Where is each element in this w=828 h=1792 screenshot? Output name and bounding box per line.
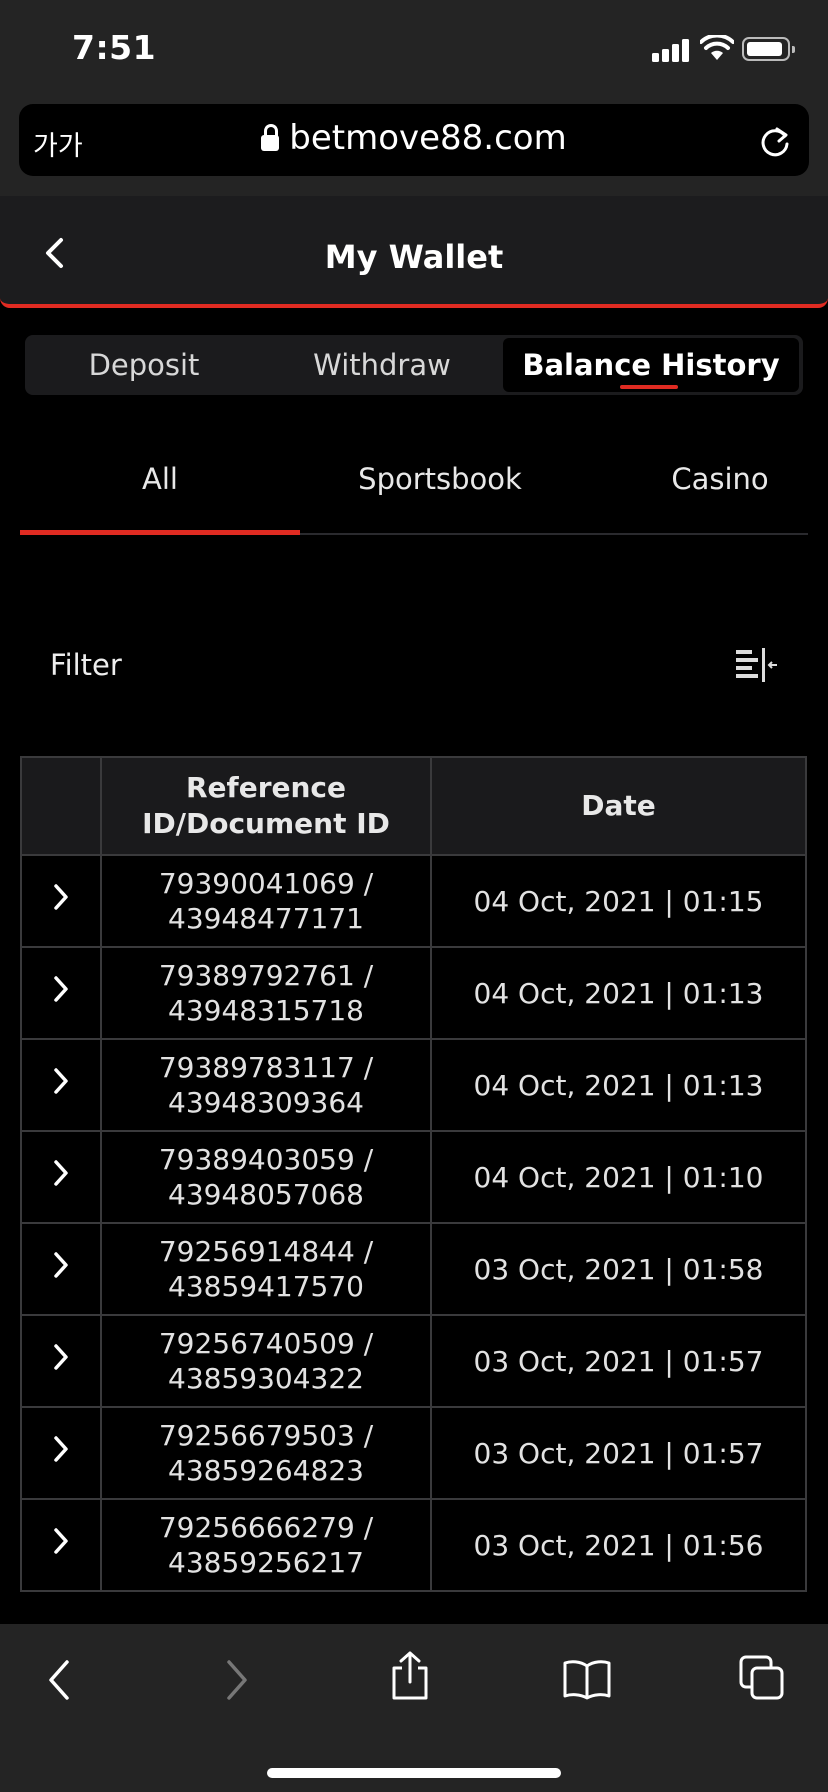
expand-row-button[interactable]: [20, 854, 102, 948]
table-row[interactable]: 79390041069 /43948477171 04 Oct, 2021 | …: [20, 854, 807, 948]
chevron-right-icon: [54, 884, 68, 910]
browser-forward-icon[interactable]: [222, 1658, 252, 1702]
browser-back-icon[interactable]: [44, 1658, 74, 1702]
expand-row-button[interactable]: [20, 1406, 102, 1500]
chevron-right-icon: [54, 1344, 68, 1370]
reference-id: 79389792761 /: [158, 959, 374, 992]
document-id: 43948315718: [168, 994, 364, 1027]
date-cell: 03 Oct, 2021 | 01:56: [430, 1498, 807, 1592]
date-cell: 04 Oct, 2021 | 01:15: [430, 854, 807, 948]
chevron-right-icon: [54, 1252, 68, 1278]
expand-column-header: [20, 756, 102, 856]
document-id: 43948477171: [168, 902, 364, 935]
reference-header-line1: Reference: [185, 771, 347, 804]
reference-id: 79256666279 /: [158, 1511, 374, 1544]
chevron-right-icon: [54, 1160, 68, 1186]
share-icon[interactable]: [388, 1650, 432, 1702]
table-header-row: Reference ID/Document ID Date: [20, 756, 807, 856]
reference-id: 79389783117 /: [158, 1051, 374, 1084]
balance-history-table: Reference ID/Document ID Date 7939004106…: [20, 756, 807, 1592]
home-indicator[interactable]: [267, 1768, 561, 1778]
reference-cell: 79389792761 /43948315718: [100, 946, 432, 1040]
reference-cell: 79256666279 /43859256217: [100, 1498, 432, 1592]
table-viewport: Reference ID/Document ID Date 7939004106…: [0, 0, 828, 1604]
table-row[interactable]: 79256740509 /43859304322 03 Oct, 2021 | …: [20, 1314, 807, 1408]
date-cell: 04 Oct, 2021 | 01:13: [430, 1038, 807, 1132]
date-cell: 04 Oct, 2021 | 01:10: [430, 1130, 807, 1224]
chevron-right-icon: [54, 1436, 68, 1462]
table-row[interactable]: 79389792761 /43948315718 04 Oct, 2021 | …: [20, 946, 807, 1040]
document-id: 43859417570: [168, 1270, 364, 1303]
bookmarks-icon[interactable]: [562, 1658, 612, 1700]
reference-id: 79256740509 /: [158, 1327, 374, 1360]
table-row[interactable]: 79256914844 /43859417570 03 Oct, 2021 | …: [20, 1222, 807, 1316]
reference-cell: 79389783117 /43948309364: [100, 1038, 432, 1132]
reference-id-header: Reference ID/Document ID: [100, 756, 432, 856]
reference-cell: 79256914844 /43859417570: [100, 1222, 432, 1316]
date-cell: 04 Oct, 2021 | 01:13: [430, 946, 807, 1040]
expand-row-button[interactable]: [20, 1130, 102, 1224]
date-header: Date: [430, 756, 807, 856]
table-row[interactable]: 79389403059 /43948057068 04 Oct, 2021 | …: [20, 1130, 807, 1224]
table-row[interactable]: 79389783117 /43948309364 04 Oct, 2021 | …: [20, 1038, 807, 1132]
chevron-right-icon: [54, 1528, 68, 1554]
date-cell: 03 Oct, 2021 | 01:57: [430, 1314, 807, 1408]
expand-row-button[interactable]: [20, 946, 102, 1040]
expand-row-button[interactable]: [20, 1038, 102, 1132]
reference-id: 79256914844 /: [158, 1235, 374, 1268]
chevron-right-icon: [54, 976, 68, 1002]
reference-id: 79256679503 /: [158, 1419, 374, 1452]
document-id: 43859264823: [168, 1454, 364, 1487]
tabs-icon[interactable]: [738, 1654, 786, 1702]
browser-toolbar: [0, 1624, 828, 1792]
expand-row-button[interactable]: [20, 1314, 102, 1408]
reference-cell: 79256740509 /43859304322: [100, 1314, 432, 1408]
reference-header-line2: ID/Document ID: [142, 807, 390, 840]
document-id: 43948057068: [168, 1178, 364, 1211]
reference-id: 79389403059 /: [158, 1143, 374, 1176]
table-row[interactable]: 79256666279 /43859256217 03 Oct, 2021 | …: [20, 1498, 807, 1592]
expand-row-button[interactable]: [20, 1498, 102, 1592]
table-row[interactable]: 79256679503 /43859264823 03 Oct, 2021 | …: [20, 1406, 807, 1500]
document-id: 43859256217: [168, 1546, 364, 1579]
reference-cell: 79390041069 /43948477171: [100, 854, 432, 948]
date-cell: 03 Oct, 2021 | 01:57: [430, 1406, 807, 1500]
document-id: 43948309364: [168, 1086, 364, 1119]
document-id: 43859304322: [168, 1362, 364, 1395]
reference-id: 79390041069 /: [158, 867, 374, 900]
reference-cell: 79256679503 /43859264823: [100, 1406, 432, 1500]
reference-cell: 79389403059 /43948057068: [100, 1130, 432, 1224]
chevron-right-icon: [54, 1068, 68, 1094]
expand-row-button[interactable]: [20, 1222, 102, 1316]
date-cell: 03 Oct, 2021 | 01:58: [430, 1222, 807, 1316]
